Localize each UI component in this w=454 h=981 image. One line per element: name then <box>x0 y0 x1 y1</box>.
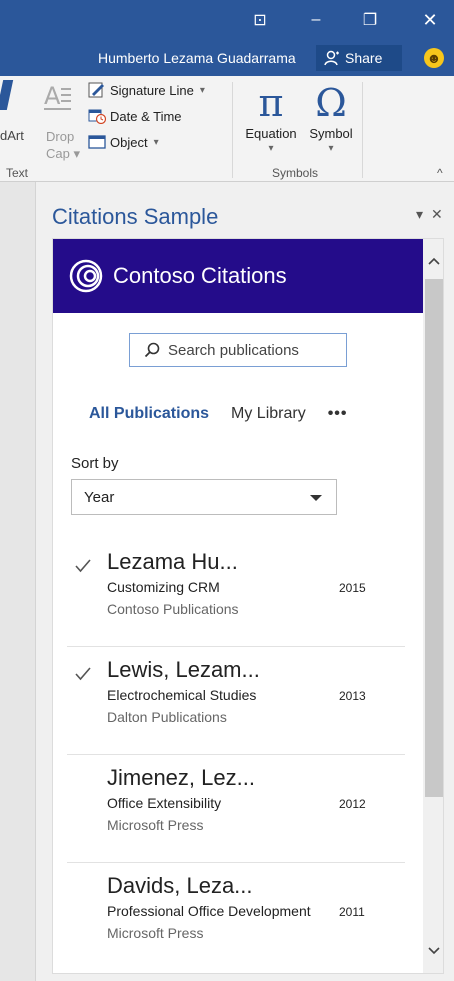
publication-title: Professional Office Development <box>107 903 311 919</box>
list-item[interactable]: Jimenez, Lez... Office Extensibility 201… <box>67 755 405 863</box>
publication-publisher: Microsoft Press <box>107 817 204 833</box>
person-icon <box>324 50 339 66</box>
contoso-logo-icon <box>69 259 103 293</box>
search-icon <box>144 342 160 358</box>
equation-button[interactable]: π Equation ▾ <box>242 80 300 154</box>
object-button[interactable]: Object ▾ <box>88 134 159 150</box>
signature-line-label: Signature Line <box>110 82 194 98</box>
date-time-button[interactable]: Date & Time <box>88 108 182 124</box>
publication-author: Lezama Hu... <box>107 549 238 574</box>
share-label: Share <box>345 50 383 66</box>
chevron-down-icon <box>310 495 322 501</box>
date-time-label: Date & Time <box>110 108 182 124</box>
publication-year: 2015 <box>339 581 366 595</box>
citations-addin: Contoso Citations Search publications Al… <box>52 238 444 974</box>
pi-icon: π <box>258 81 284 125</box>
restore-icon: ❐ <box>362 12 378 29</box>
drop-cap-label-line1: Drop <box>46 129 75 144</box>
sort-label: Sort by <box>71 455 119 472</box>
wordart-label[interactable]: dArt <box>0 128 24 143</box>
list-item[interactable]: Davids, Leza... Professional Office Deve… <box>67 863 405 971</box>
publication-year: 2013 <box>339 689 366 703</box>
drop-cap-icon[interactable]: A <box>44 82 72 116</box>
scroll-up-icon[interactable] <box>423 249 443 273</box>
symbol-button[interactable]: Ω Symbol ▾ <box>302 80 360 154</box>
sort-dropdown[interactable]: Year <box>71 479 337 515</box>
publication-author: Davids, Leza... <box>107 873 253 898</box>
publication-publisher: Microsoft Press <box>107 925 204 941</box>
ribbon-display-icon: ⊡ <box>253 12 267 29</box>
brand-header: Contoso Citations <box>53 239 423 313</box>
publication-year: 2011 <box>339 905 365 919</box>
chevron-down-icon: ▾ <box>328 143 334 154</box>
chevron-down-icon: ▾ <box>153 136 159 148</box>
collapse-ribbon-icon[interactable]: ^ <box>437 166 443 180</box>
publication-title: Office Extensibility <box>107 795 222 811</box>
task-pane-menu-icon[interactable]: ▾ <box>416 206 423 223</box>
object-label: Object <box>110 134 148 150</box>
minimize-button[interactable]: – <box>296 8 336 32</box>
task-pane-title: Citations Sample <box>52 204 219 229</box>
share-button[interactable]: Share <box>316 45 402 71</box>
publication-author: Lewis, Lezam... <box>107 657 260 682</box>
close-window-button[interactable]: ✕ <box>410 8 450 32</box>
search-input[interactable]: Search publications <box>129 333 347 367</box>
scroll-down-icon[interactable] <box>423 939 443 963</box>
signed-in-user[interactable]: Humberto Lezama Guadarrama <box>98 50 296 66</box>
checkmark-icon <box>75 559 91 573</box>
list-item[interactable]: Lezama Hu... Customizing CRM 2015 Contos… <box>67 539 405 647</box>
object-icon <box>88 135 106 149</box>
search-placeholder: Search publications <box>168 341 299 359</box>
text-group-label: Text <box>6 166 29 180</box>
feedback-smiley-icon[interactable]: ☻ <box>424 48 444 68</box>
omega-icon: Ω <box>315 81 347 125</box>
minimize-icon: – <box>311 11 321 28</box>
publication-author: Jimenez, Lez... <box>107 765 255 790</box>
signature-line-icon <box>88 82 104 98</box>
restore-button[interactable]: ❐ <box>350 8 390 32</box>
ribbon-display-options-button[interactable]: ⊡ <box>240 8 280 32</box>
calendar-clock-icon <box>88 109 106 124</box>
publication-year: 2012 <box>339 797 366 811</box>
task-pane: Citations Sample ▾ ✕ Contoso Citations S… <box>36 182 454 981</box>
signature-line-button[interactable]: Signature Line ▾ <box>88 82 205 98</box>
vertical-scrollbar[interactable] <box>423 239 443 973</box>
title-bar: ⊡ – ❐ ✕ Humberto Lezama Guadarrama Share… <box>0 0 454 76</box>
group-divider <box>362 82 363 178</box>
sort-selected-value: Year <box>84 488 115 506</box>
publication-title: Customizing CRM <box>107 579 220 595</box>
publication-publisher: Contoso Publications <box>107 601 239 617</box>
document-edge <box>0 182 36 981</box>
checkmark-icon <box>75 667 91 681</box>
brand-name: Contoso Citations <box>113 263 287 288</box>
symbols-group-label: Symbols <box>272 166 319 180</box>
publication-title: Electrochemical Studies <box>107 687 257 703</box>
drop-cap-button[interactable]: Drop Cap ▾ <box>46 128 80 162</box>
ribbon: dArt A Drop Cap ▾ Signature Line ▾ Date … <box>0 76 454 182</box>
equation-label: Equation <box>245 126 297 141</box>
publication-list: Lezama Hu... Customizing CRM 2015 Contos… <box>53 539 423 971</box>
close-icon: ✕ <box>422 9 438 30</box>
tab-all-publications[interactable]: All Publications <box>89 405 209 423</box>
more-options-icon[interactable]: ••• <box>328 405 348 423</box>
svg-text:A: A <box>44 82 61 110</box>
list-item[interactable]: Lewis, Lezam... Electrochemical Studies … <box>67 647 405 755</box>
publication-publisher: Dalton Publications <box>107 709 227 725</box>
chevron-down-icon: ▾ <box>268 143 274 154</box>
tab-my-library[interactable]: My Library <box>231 405 306 423</box>
group-divider <box>232 82 233 178</box>
publication-tabs: All Publications My Library ••• <box>89 405 348 423</box>
symbol-label: Symbol <box>309 126 353 141</box>
chevron-down-icon: ▾ <box>199 84 205 96</box>
task-pane-controls: ▾ ✕ <box>416 206 443 223</box>
scroll-thumb[interactable] <box>425 279 443 797</box>
drop-cap-label-line2: Cap ▾ <box>46 146 80 161</box>
wordart-icon[interactable] <box>0 80 14 110</box>
task-pane-close-icon[interactable]: ✕ <box>431 206 443 223</box>
